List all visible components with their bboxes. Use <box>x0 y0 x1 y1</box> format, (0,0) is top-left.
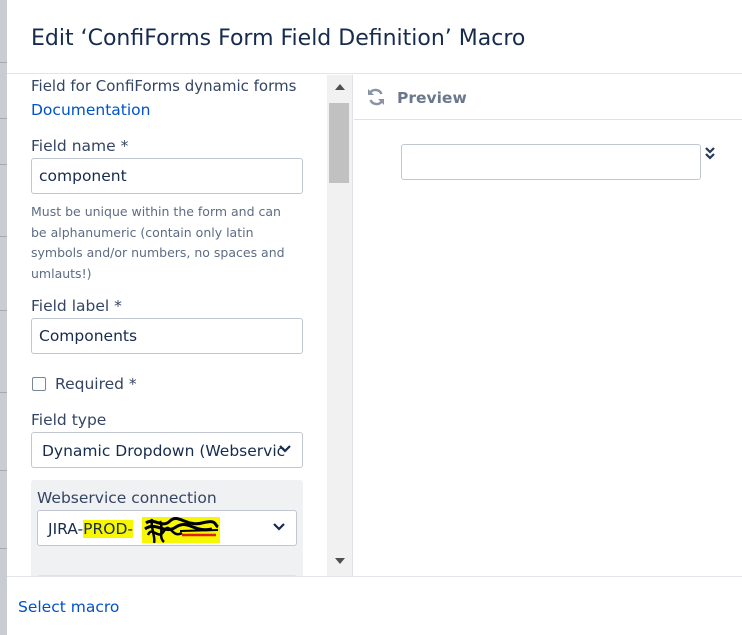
webservice-selected-prefix: JIRA- <box>48 520 84 538</box>
dialog-header: Edit ‘ConfiForms Form Field Definition’ … <box>7 0 742 74</box>
double-chevron-down-icon[interactable] <box>703 146 717 160</box>
redaction-scribble <box>142 517 220 544</box>
webservice-connection-section: Webservice connection JIRA-PROD- <box>31 480 303 576</box>
required-checkbox[interactable] <box>32 377 46 391</box>
scroll-up-arrow-icon[interactable] <box>335 84 345 90</box>
dialog-footer: Select macro <box>7 576 742 635</box>
webservice-selected-highlight: PROD- <box>83 520 133 538</box>
field-type-select[interactable]: Dynamic Dropdown (Webservic <box>31 432 303 468</box>
field-label-input[interactable]: Components <box>31 318 303 354</box>
help-line: umlauts!) <box>31 265 92 281</box>
preview-header: Preview <box>354 75 742 120</box>
field-label-label: Field label * <box>31 297 122 315</box>
help-line: be alphanumeric (contain only latin <box>31 224 254 240</box>
chevron-down-icon <box>273 523 285 531</box>
macro-dialog: Edit ‘ConfiForms Form Field Definition’ … <box>7 0 742 635</box>
preview-dropdown-field[interactable] <box>401 144 701 180</box>
dialog-title: Edit ‘ConfiForms Form Field Definition’ … <box>31 26 526 51</box>
help-line: Must be unique within the form and can <box>31 204 281 219</box>
chevron-down-icon <box>279 445 291 453</box>
webservice-connection-label: Webservice connection <box>37 489 217 507</box>
select-macro-link[interactable]: Select macro <box>18 598 119 616</box>
field-type-label: Field type <box>31 411 107 429</box>
documentation-link[interactable]: Documentation <box>31 101 151 119</box>
macro-description: Field for ConfiForms dynamic forms <box>31 77 297 95</box>
background-page-strip <box>0 0 7 635</box>
preview-title: Preview <box>397 89 467 107</box>
preview-pane: Preview <box>354 75 742 576</box>
parameters-scrollbar[interactable] <box>327 75 352 576</box>
help-line: symbols and/or numbers, no spaces and <box>31 245 285 260</box>
field-name-label: Field name * <box>31 137 129 155</box>
field-name-input[interactable]: component <box>31 158 303 194</box>
parameters-pane: Field for ConfiForms dynamic forms Docum… <box>7 75 353 576</box>
field-name-help: Must be unique within the form and can b… <box>31 202 327 284</box>
refresh-icon[interactable] <box>366 87 386 107</box>
field-type-selected: Dynamic Dropdown (Webservic <box>42 442 286 460</box>
required-label: Required * <box>55 375 137 393</box>
webservice-connection-select[interactable]: JIRA-PROD- <box>37 510 297 546</box>
scroll-down-arrow-icon[interactable] <box>335 558 345 564</box>
scrollbar-thumb[interactable] <box>329 103 349 183</box>
